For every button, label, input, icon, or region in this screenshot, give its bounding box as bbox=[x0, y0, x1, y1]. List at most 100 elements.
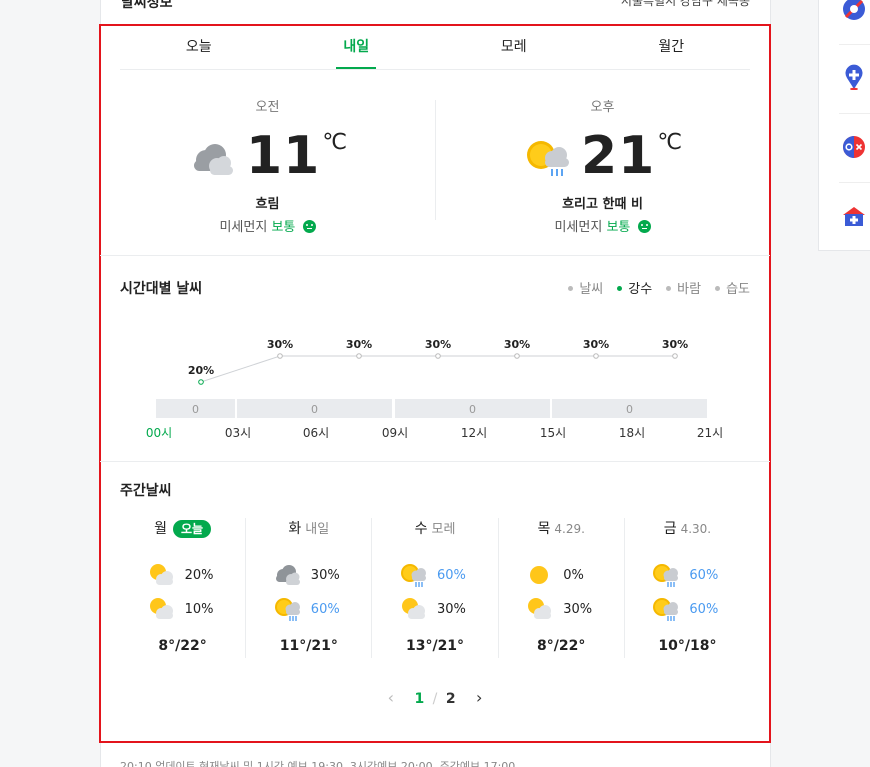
tab-today[interactable]: 오늘 bbox=[120, 24, 278, 69]
x-tick-label: 18시 bbox=[619, 426, 645, 440]
am-dust: 미세먼지 보통 bbox=[100, 216, 435, 235]
covid-icon[interactable] bbox=[841, 0, 867, 22]
data-label: 30% bbox=[662, 338, 688, 351]
precip-amount-label: 0 bbox=[626, 403, 633, 416]
weather-page: 날씨정보 서울특별시 강남구 세곡동 오늘 내일 모레 월간 오전 11 ℃ 흐… bbox=[0, 0, 870, 767]
am-rain-chance: 30% bbox=[310, 567, 340, 583]
temp-unit: ℃ bbox=[657, 130, 683, 155]
pm-row: 30% bbox=[372, 592, 497, 626]
sun-cloud-icon bbox=[525, 596, 553, 622]
weekly-title: 주간날씨 bbox=[120, 483, 172, 499]
hospital-map-icon[interactable] bbox=[841, 64, 867, 90]
weekly-day: 금 4.30. 60% 60% 10°/18° bbox=[625, 518, 750, 658]
am-rain-chance: 0% bbox=[563, 567, 584, 583]
pm-rain-chance: 60% bbox=[689, 601, 719, 617]
data-point bbox=[198, 379, 204, 385]
day-tabs: 오늘 내일 모레 월간 bbox=[120, 24, 750, 70]
am-condition: 흐림 bbox=[255, 197, 280, 212]
x-tick-label: 09시 bbox=[382, 426, 408, 440]
day-header: 화 내일 bbox=[246, 518, 371, 540]
weekly-days: 월 오늘 20% 10% 8°/22° 화 내일 30% 60% 11°/21° 수 모레 60% 30%… bbox=[120, 518, 750, 658]
pm-row: 60% bbox=[246, 592, 371, 626]
day-sub: 4.29. bbox=[554, 522, 585, 536]
weekly-day: 화 내일 30% 60% 11°/21° bbox=[246, 518, 373, 658]
weekly-weather: 주간날씨 월 오늘 20% 10% 8°/22° 화 내일 30% 60% 11°/21° 수 모레 6… bbox=[100, 462, 770, 742]
cloudy-icon bbox=[193, 144, 233, 175]
am-rain-chance: 60% bbox=[689, 567, 719, 583]
data-point bbox=[435, 353, 441, 359]
temp-unit: ℃ bbox=[322, 130, 348, 155]
precip-amount-label: 0 bbox=[469, 403, 476, 416]
data-label: 20% bbox=[188, 364, 214, 377]
today-badge: 오늘 bbox=[173, 520, 212, 538]
ox-quiz-icon[interactable] bbox=[841, 134, 867, 160]
chevron-left-icon[interactable]: ‹ bbox=[388, 688, 394, 707]
x-tick-label: 21시 bbox=[697, 426, 723, 440]
location-label[interactable]: 서울특별시 강남구 세곡동 bbox=[621, 0, 750, 9]
am-row: 0% bbox=[499, 558, 624, 592]
day-header: 금 4.30. bbox=[625, 518, 750, 540]
x-tick-label: 00시 bbox=[146, 426, 172, 440]
pm-rain-chance: 10% bbox=[184, 601, 214, 617]
am-rain-chance: 20% bbox=[184, 567, 214, 583]
precip-amount-label: 0 bbox=[192, 403, 199, 416]
x-tick-label: 12시 bbox=[461, 426, 487, 440]
precip-line bbox=[200, 355, 675, 383]
day-name: 금 bbox=[663, 521, 677, 537]
data-label: 30% bbox=[267, 338, 293, 351]
day-header: 목 4.29. bbox=[499, 518, 624, 540]
clinic-icon[interactable] bbox=[841, 203, 867, 229]
sun-cloud-icon bbox=[399, 596, 427, 622]
smile-face-icon bbox=[637, 220, 651, 233]
dust-value: 보통 bbox=[606, 220, 631, 235]
am-row: 30% bbox=[246, 558, 371, 592]
precip-chart: 20% 30% 30% 30% 30% 30% 30% 0 0 0 0 00시 03시 06시 09시 12시… bbox=[146, 338, 723, 440]
min-max-temp: 11°/21° bbox=[279, 638, 338, 654]
am-row: 20% bbox=[120, 558, 245, 592]
day-name: 수 bbox=[414, 521, 428, 537]
pm-rain-chance: 60% bbox=[310, 601, 340, 617]
weekly-day: 월 오늘 20% 10% 8°/22° bbox=[120, 518, 247, 658]
tab-tomorrow[interactable]: 내일 bbox=[278, 24, 436, 69]
pager-current: 1 bbox=[414, 691, 425, 707]
sun-cloud-rain-icon bbox=[526, 141, 569, 176]
am-row: 60% bbox=[625, 558, 750, 592]
day-header: 수 모레 bbox=[372, 518, 497, 540]
sun-cloud-rain-icon bbox=[399, 562, 427, 588]
cloudy-icon bbox=[273, 562, 301, 588]
tab-monthly[interactable]: 월간 bbox=[593, 24, 751, 69]
period-label: 오전 bbox=[255, 100, 280, 115]
pm-condition: 흐리고 한때 비 bbox=[562, 197, 643, 212]
weekly-day: 수 모레 60% 30% 13°/21° bbox=[372, 518, 499, 658]
dust-value: 보통 bbox=[271, 220, 296, 235]
pm-temperature: 21 bbox=[580, 126, 656, 186]
data-label: 30% bbox=[346, 338, 372, 351]
day-name: 화 bbox=[288, 521, 302, 537]
data-point bbox=[277, 353, 283, 359]
sun-cloud-rain-icon bbox=[273, 596, 301, 622]
am-forecast: 오전 11 ℃ 흐림 미세먼지 보통 bbox=[100, 70, 435, 256]
x-tick-label: 03시 bbox=[225, 426, 251, 440]
data-label: 30% bbox=[425, 338, 451, 351]
pm-row: 60% bbox=[625, 592, 750, 626]
weekly-day: 목 4.29. 0% 30% 8°/22° bbox=[499, 518, 625, 658]
tomorrow-summary: 오전 11 ℃ 흐림 미세먼지 보통 오후 21 ℃ 흐리고 한때 비 미세먼지… bbox=[100, 70, 770, 256]
am-temperature: 11 bbox=[245, 126, 321, 186]
data-point bbox=[672, 353, 678, 359]
sun-cloud-icon bbox=[147, 596, 175, 622]
pager-total[interactable]: 2 bbox=[446, 691, 456, 707]
x-tick-label: 15시 bbox=[540, 426, 566, 440]
am-rain-chance: 60% bbox=[437, 567, 466, 583]
sun-cloud-rain-icon bbox=[651, 596, 679, 622]
day-sub: 내일 bbox=[305, 522, 330, 537]
chevron-right-icon[interactable]: › bbox=[476, 688, 482, 707]
x-tick-label: 06시 bbox=[303, 426, 329, 440]
hourly-weather: 시간대별 날씨 날씨 강수 바람 습도 20% 30% 30% 30% 30% 30% 30… bbox=[100, 256, 770, 462]
smile-face-icon bbox=[302, 220, 316, 233]
tab-day-after[interactable]: 모레 bbox=[435, 24, 593, 69]
pm-rain-chance: 30% bbox=[563, 601, 593, 617]
update-info: 20:10 업데이트 현재날씨 및 1시간 예보 19:30, 3시간예보 20… bbox=[120, 760, 516, 767]
period-label: 오후 bbox=[590, 100, 615, 115]
sun-cloud-rain-icon bbox=[651, 562, 679, 588]
dust-label: 미세먼지 bbox=[219, 220, 268, 235]
